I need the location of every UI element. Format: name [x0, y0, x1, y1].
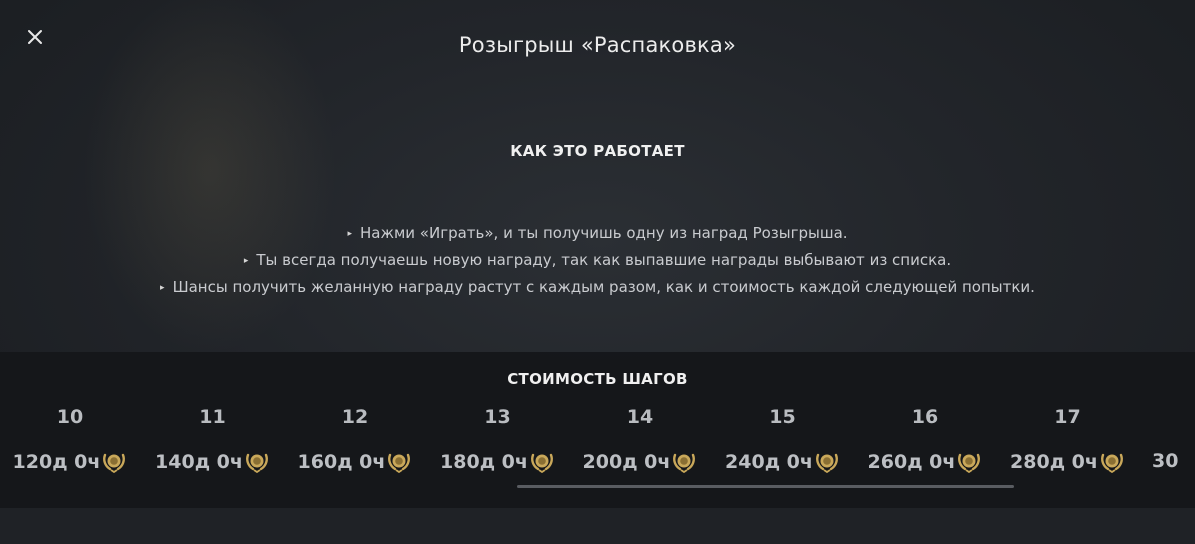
gold-laurel-medal-icon [1099, 451, 1125, 474]
horizontal-scrollbar[interactable] [517, 485, 1014, 488]
rule-text: Ты всегда получаешь новую награду, так к… [256, 251, 952, 269]
step-cost: 240д 0ч [712, 450, 854, 474]
step-cost: 280д 0ч [997, 450, 1139, 474]
step-cost: 200д 0ч [569, 450, 711, 474]
step-number: 13 [484, 406, 511, 428]
step-column: 14 200д 0ч [569, 404, 711, 474]
step-cost-text: 140д 0ч [155, 451, 243, 473]
gold-laurel-medal-icon [101, 451, 127, 474]
steps-heading: СТОИМОСТЬ ШАГОВ [507, 370, 688, 388]
how-it-works-heading: КАК ЭТО РАБОТАЕТ [510, 142, 685, 160]
dialog-title: Розыгрыш «Распаковка» [458, 33, 737, 57]
step-cost-text: 160д 0ч [297, 451, 386, 473]
step-column: 11 140д 0ч [142, 404, 284, 474]
step-number: 16 [911, 406, 939, 428]
step-number: 17 [1054, 406, 1081, 428]
step-cost-partial: 30 [1152, 450, 1179, 472]
step-cost: 120д 0ч [0, 450, 141, 474]
step-cost-text: 240д 0ч [725, 451, 813, 473]
step-cost-text: 200д 0ч [582, 451, 671, 473]
rule-text: Шансы получить желанную награду растут с… [172, 278, 1035, 296]
step-column: 12 160д 0ч [284, 404, 426, 474]
step-cost: 260д 0ч [854, 450, 996, 474]
step-number: 14 [626, 406, 654, 428]
step-cost-text: 120д 0ч [12, 451, 101, 473]
step-column: 13 180д 0ч [427, 404, 569, 474]
step-number: 15 [769, 406, 796, 428]
gold-laurel-medal-icon [956, 451, 982, 474]
rule-item: ▸ Шансы получить желанную награду растут … [0, 274, 1195, 301]
step-number: 10 [56, 406, 84, 428]
gold-laurel-medal-icon [529, 451, 555, 474]
gold-laurel-medal-icon [386, 451, 412, 474]
bottom-strip [0, 508, 1195, 544]
step-cost-text: 260д 0ч [867, 451, 956, 473]
rule-text: Нажми «Играть», и ты получишь одну из на… [359, 224, 848, 242]
step-cost: 140д 0ч [142, 450, 284, 474]
bullet-icon: ▸ [160, 283, 165, 293]
step-cost-text: 180д 0ч [440, 451, 528, 473]
step-column: 17 280д 0ч [997, 404, 1139, 474]
step-cost: 180д 0ч [427, 450, 569, 474]
bullet-icon: ▸ [347, 229, 352, 239]
rule-item: ▸ Нажми «Играть», и ты получишь одну из н… [0, 220, 1195, 247]
step-number: 12 [341, 406, 369, 428]
gold-laurel-medal-icon [814, 451, 840, 474]
step-cost-text: 280д 0ч [1010, 451, 1098, 473]
gold-laurel-medal-icon [244, 451, 270, 474]
step-cost: 160д 0ч [284, 450, 426, 474]
bullet-icon: ▸ [243, 256, 249, 266]
rule-item: ▸ Ты всегда получаешь новую награду, так … [0, 247, 1195, 274]
gold-laurel-medal-icon [671, 451, 697, 474]
step-column: 16 260д 0ч [854, 404, 996, 474]
step-column: 15 240д 0ч [712, 404, 854, 474]
step-column: 10 120д 0ч [0, 404, 141, 474]
step-number: 11 [199, 406, 226, 428]
rules-list: ▸ Нажми «Играть», и ты получишь одну из н… [0, 220, 1195, 301]
